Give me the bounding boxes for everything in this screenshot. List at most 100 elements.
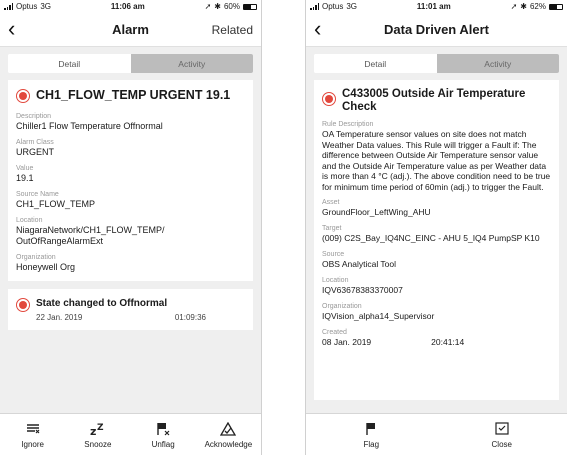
back-chevron-icon[interactable]: ‹ xyxy=(314,18,321,40)
alert-status-icon xyxy=(322,92,336,106)
tab-detail[interactable]: Detail xyxy=(8,54,131,73)
field-organization: Organization Honeywell Org xyxy=(16,253,245,273)
signal-icon xyxy=(4,3,13,10)
field-created: Created 08 Jan. 2019 20:41:14 xyxy=(322,328,551,348)
field-value: CH1_FLOW_TEMP xyxy=(16,199,96,209)
action-toolbar: Ignore zZ Snooze Unflag Acknowledge xyxy=(0,413,261,455)
ignore-label: Ignore xyxy=(21,439,44,449)
acknowledge-icon xyxy=(220,421,237,437)
field-source-name: Source Name CH1_FLOW_TEMP xyxy=(16,190,245,210)
field-value: IQV63678383370007 xyxy=(322,284,403,295)
related-button[interactable]: Related xyxy=(212,23,253,37)
field-label: Alarm Class xyxy=(16,139,54,146)
data-driven-alert-screen: Optus 3G 11:01 am ➚ ✱ 62% ‹ Data Driven … xyxy=(305,0,567,455)
field-label: Source xyxy=(322,250,345,258)
field-source: Source OBS Analytical Tool xyxy=(322,250,551,270)
acknowledge-button[interactable]: Acknowledge xyxy=(196,414,261,455)
field-label: Location xyxy=(16,217,43,224)
flag-label: Flag xyxy=(363,439,380,449)
tab-activity[interactable]: Activity xyxy=(436,54,559,73)
field-label: Organization xyxy=(322,302,362,310)
tab-detail[interactable]: Detail xyxy=(314,54,437,73)
snooze-button[interactable]: zZ Snooze xyxy=(65,414,130,455)
battery-percent: 62% xyxy=(529,2,546,11)
unflag-button[interactable]: Unflag xyxy=(131,414,196,455)
field-value: URGENT xyxy=(16,147,54,157)
field-target: Target (009) C2S_Bay_IQ4NC_EINC - AHU 5_… xyxy=(322,224,551,244)
svg-text:Z: Z xyxy=(97,423,104,433)
location-arrow-icon: ➚ xyxy=(510,2,518,11)
action-toolbar: Flag Close xyxy=(306,413,567,455)
event-title: State changed to Offnormal xyxy=(36,298,168,309)
network-label: 3G xyxy=(346,2,358,11)
status-bar: Optus 3G 11:06 am ➚ ✱ 60% xyxy=(0,0,261,13)
field-label: Created xyxy=(322,328,347,336)
field-value: IQVision_alpha14_Supervisor xyxy=(322,310,435,321)
flag-button[interactable]: Flag xyxy=(306,414,437,455)
field-location: Location IQV63678383370007 xyxy=(322,276,551,296)
nav-bar: ‹ Alarm Related xyxy=(0,13,261,47)
field-value: OBS Analytical Tool xyxy=(322,258,397,269)
unflag-icon xyxy=(156,421,170,437)
close-box-icon xyxy=(495,421,509,437)
battery-percent: 60% xyxy=(223,2,240,11)
nav-bar: ‹ Data Driven Alert xyxy=(306,13,567,47)
created-date: 08 Jan. 2019 xyxy=(322,336,372,347)
field-label: Source Name xyxy=(16,191,59,198)
svg-text:z: z xyxy=(90,425,96,436)
status-bar: Optus 3G 11:01 am ➚ ✱ 62% xyxy=(306,0,567,13)
page-title: Alarm xyxy=(112,22,149,37)
field-value: (009) C2S_Bay_IQ4NC_EINC - AHU 5_IQ4 Pum… xyxy=(322,233,540,243)
field-organization: Organization IQVision_alpha14_Supervisor xyxy=(322,302,551,322)
segmented-tabs: Detail Activity xyxy=(8,54,253,73)
field-value: Honeywell Org xyxy=(16,262,76,272)
unflag-label: Unflag xyxy=(151,439,175,449)
snooze-icon: zZ xyxy=(89,421,107,437)
alert-detail-card: C433005 Outside Air Temperature Check Ru… xyxy=(314,80,559,400)
location-arrow-icon: ➚ xyxy=(204,2,212,11)
close-label: Close xyxy=(491,439,512,449)
alarm-screen: Optus 3G 11:06 am ➚ ✱ 60% ‹ Alarm Relate… xyxy=(0,0,262,455)
activity-event-card[interactable]: State changed to Offnormal 22 Jan. 2019 … xyxy=(8,289,253,330)
battery-icon xyxy=(549,3,563,10)
snooze-label: Snooze xyxy=(84,439,112,449)
field-label: Target xyxy=(322,225,342,232)
acknowledge-label: Acknowledge xyxy=(204,439,253,449)
field-value-reading: Value 19.1 xyxy=(16,164,245,184)
tab-activity[interactable]: Activity xyxy=(130,54,253,73)
field-value: NiagaraNetwork/CH1_FLOW_TEMP/ OutOfRange… xyxy=(16,225,165,246)
field-description: Description Chiller1 Flow Temperature Of… xyxy=(16,112,245,132)
alarm-detail-card: CH1_FLOW_TEMP URGENT 19.1 Description Ch… xyxy=(8,80,253,281)
segmented-tabs: Detail Activity xyxy=(314,54,559,73)
field-value: 19.1 xyxy=(16,173,34,183)
bluetooth-icon: ✱ xyxy=(214,2,221,11)
page-title: Data Driven Alert xyxy=(384,22,489,37)
carrier-label: Optus xyxy=(322,2,344,11)
field-label: Description xyxy=(16,113,52,120)
network-label: 3G xyxy=(40,2,52,11)
created-value: 08 Jan. 2019 20:41:14 xyxy=(322,337,551,348)
ignore-button[interactable]: Ignore xyxy=(0,414,65,455)
alarm-status-icon xyxy=(16,89,30,103)
alert-title: C433005 Outside Air Temperature Check xyxy=(342,88,526,113)
battery-icon xyxy=(243,3,257,10)
event-date: 22 Jan. 2019 xyxy=(36,313,83,322)
alarm-title: CH1_FLOW_TEMP URGENT 19.1 xyxy=(36,88,231,102)
field-label: Asset xyxy=(322,199,340,206)
field-label: Location xyxy=(322,276,349,284)
bluetooth-icon: ✱ xyxy=(520,2,527,11)
field-rule-description: Rule Description OA Temperature sensor v… xyxy=(322,120,551,192)
event-time: 01:09:36 xyxy=(174,313,206,322)
back-chevron-icon[interactable]: ‹ xyxy=(8,18,15,40)
signal-icon xyxy=(310,3,319,10)
field-alarm-class: Alarm Class URGENT xyxy=(16,138,245,158)
field-value: Chiller1 Flow Temperature Offnormal xyxy=(16,121,163,131)
field-label: Rule Description xyxy=(322,121,374,128)
flag-icon xyxy=(365,421,377,437)
field-value: GroundFloor_LeftWing_AHU xyxy=(322,207,431,217)
field-label: Organization xyxy=(16,254,56,261)
clock-time: 11:06 am xyxy=(110,2,145,11)
close-button[interactable]: Close xyxy=(437,414,567,455)
event-status-icon xyxy=(16,298,30,312)
created-time: 20:41:14 xyxy=(431,336,465,347)
